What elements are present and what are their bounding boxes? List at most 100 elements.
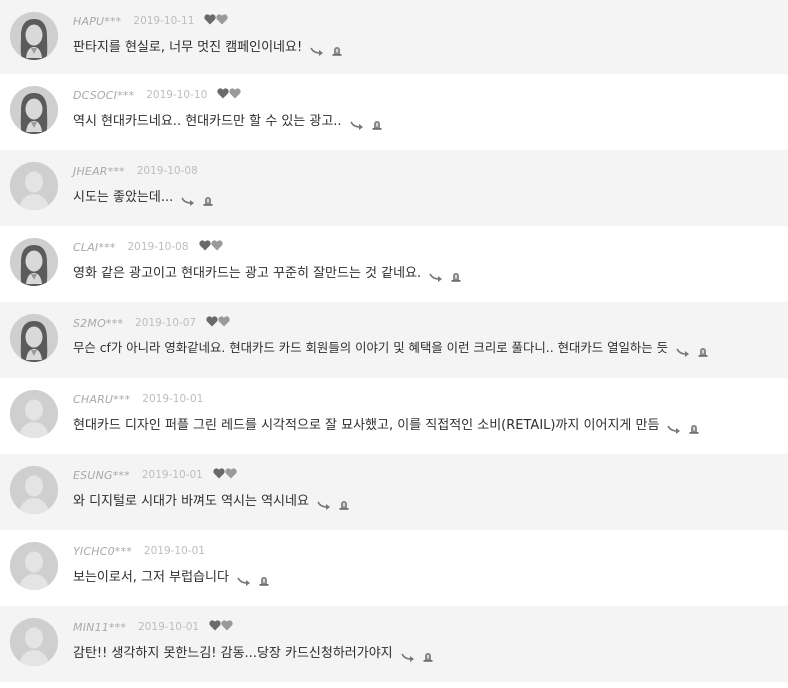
comment-text: 현대카드 디자인 퍼플 그린 레드를 시각적으로 잘 묘사했고, 이를 직접적인…	[73, 418, 660, 433]
comment-text: 영화 같은 광고이고 현대카드는 광고 꾸준히 잘만드는 것 같네요.	[73, 266, 422, 281]
female-avatar-icon	[10, 238, 58, 286]
comment-line: 판타지를 현실로, 너무 멋진 캠페인이네요!	[73, 36, 342, 56]
comment-line: 보는이로서, 그저 부럽습니다	[73, 566, 269, 586]
like-hearts[interactable]	[198, 240, 223, 254]
default-avatar-icon	[10, 618, 58, 666]
comment-row: HAPU*** 2019-10-11 판타지를 현실로, 너무 멋진 캠페인이네…	[0, 0, 788, 74]
report-siren-icon[interactable]	[689, 419, 699, 434]
report-siren-icon[interactable]	[339, 495, 349, 510]
reply-arrow-icon[interactable]	[237, 571, 251, 586]
comment-text: 보는이로서, 그저 부럽습니다	[73, 570, 229, 585]
avatar	[10, 466, 58, 514]
heart-icon	[204, 14, 217, 28]
like-hearts[interactable]	[206, 316, 230, 330]
comment-text: 감탄!! 생각하지 못한느김! 감동...당장 카드신청하러가야지	[73, 646, 393, 661]
avatar	[10, 618, 58, 666]
heart-icon	[198, 240, 211, 254]
reply-arrow-icon[interactable]	[310, 41, 324, 56]
username: ESUNG***	[73, 468, 130, 482]
heart-icon	[225, 468, 237, 482]
username: YICHC0***	[73, 544, 132, 558]
comment-date: 2019-10-10	[146, 89, 208, 101]
avatar	[10, 12, 58, 60]
username: DCSOCI***	[73, 88, 135, 102]
username: CHARU***	[73, 392, 131, 406]
heart-icon	[218, 316, 230, 330]
reply-arrow-icon[interactable]	[667, 419, 681, 434]
default-avatar-icon	[10, 390, 58, 438]
report-siren-icon[interactable]	[451, 267, 461, 282]
comment-date: 2019-10-01	[141, 469, 203, 481]
comment-meta: DCSOCI*** 2019-10-10	[73, 88, 241, 102]
report-siren-icon[interactable]	[372, 115, 382, 130]
heart-icon	[210, 240, 223, 254]
heart-icon	[209, 620, 221, 634]
comment-meta: YICHC0*** 2019-10-01	[73, 544, 205, 558]
heart-icon	[221, 620, 233, 634]
comment-meta: HAPU*** 2019-10-11	[73, 14, 229, 28]
like-hearts[interactable]	[209, 620, 233, 634]
comment-date: 2019-10-01	[138, 621, 200, 633]
female-avatar-icon	[10, 314, 58, 362]
avatar	[10, 390, 58, 438]
report-siren-icon[interactable]	[259, 571, 269, 586]
comment-line: 영화 같은 광고이고 현대카드는 광고 꾸준히 잘만드는 것 같네요.	[73, 262, 461, 282]
comment-date: 2019-10-01	[143, 545, 205, 557]
comment-line: 와 디지털로 시대가 바껴도 역시는 역시네요	[73, 490, 349, 510]
comment-meta: MIN11*** 2019-10-01	[73, 620, 233, 634]
comment-line: 역시 현대카드네요.. 현대카드만 할 수 있는 광고..	[73, 110, 382, 130]
username: CLAI***	[73, 240, 116, 254]
heart-icon	[213, 468, 225, 482]
comment-row: S2MO*** 2019-10-07 무슨 cf가 아니라 영화같네요. 현대카…	[0, 302, 788, 378]
avatar	[10, 238, 58, 286]
comment-text: 판타지를 현실로, 너무 멋진 캠페인이네요!	[73, 40, 303, 55]
avatar	[10, 314, 58, 362]
report-siren-icon[interactable]	[698, 342, 708, 357]
report-siren-icon[interactable]	[332, 41, 342, 56]
comment-meta: CLAI*** 2019-10-08	[73, 240, 223, 254]
comment-text: 시도는 좋았는데...	[73, 190, 174, 205]
comment-date: 2019-10-08	[136, 165, 198, 177]
comment-text: 와 디지털로 시대가 바껴도 역시는 역시네요	[73, 494, 309, 509]
comment-list: HAPU*** 2019-10-11 판타지를 현실로, 너무 멋진 캠페인이네…	[0, 0, 788, 682]
default-avatar-icon	[10, 162, 58, 210]
comment-line: 감탄!! 생각하지 못한느김! 감동...당장 카드신청하러가야지	[73, 642, 433, 662]
avatar	[10, 162, 58, 210]
reply-arrow-icon[interactable]	[429, 267, 443, 282]
comment-line: 무슨 cf가 아니라 영화같네요. 현대카드 카드 회원들의 이야기 및 혜택을…	[73, 338, 708, 357]
heart-icon	[217, 88, 229, 102]
comment-date: 2019-10-07	[135, 317, 197, 329]
avatar	[10, 86, 58, 134]
reply-arrow-icon[interactable]	[317, 495, 331, 510]
like-hearts[interactable]	[213, 468, 237, 482]
reply-arrow-icon[interactable]	[349, 115, 364, 130]
like-hearts[interactable]	[217, 88, 241, 102]
reply-arrow-icon[interactable]	[400, 647, 415, 662]
default-avatar-icon	[10, 466, 58, 514]
comment-date: 2019-10-08	[127, 241, 189, 253]
comment-meta: JHEAR*** 2019-10-08	[73, 164, 198, 178]
comment-meta: S2MO*** 2019-10-07	[73, 316, 230, 330]
female-avatar-icon	[10, 86, 58, 134]
comment-line: 시도는 좋았는데...	[73, 186, 213, 206]
comment-row: ESUNG*** 2019-10-01 와 디지털로 시대가 바껴도 역시는 역…	[0, 454, 788, 530]
report-siren-icon[interactable]	[203, 191, 213, 206]
heart-icon	[229, 88, 241, 102]
comment-row: YICHC0*** 2019-10-01 보는이로서, 그저 부럽습니다	[0, 530, 788, 606]
comment-meta: CHARU*** 2019-10-01	[73, 392, 203, 406]
comment-row: JHEAR*** 2019-10-08 시도는 좋았는데...	[0, 150, 788, 226]
username: S2MO***	[73, 316, 124, 330]
username: HAPU***	[73, 14, 122, 28]
report-siren-icon[interactable]	[423, 647, 433, 662]
comment-date: 2019-10-01	[142, 393, 204, 405]
comment-date: 2019-10-11	[133, 15, 195, 27]
heart-icon	[216, 14, 229, 28]
comment-row: MIN11*** 2019-10-01 감탄!! 생각하지 못한느김! 감동..…	[0, 606, 788, 682]
like-hearts[interactable]	[204, 14, 229, 28]
comment-row: CLAI*** 2019-10-08 영화 같은 광고이고 현대카드는 광고 꾸…	[0, 226, 788, 302]
comment-line: 현대카드 디자인 퍼플 그린 레드를 시각적으로 잘 묘사했고, 이를 직접적인…	[73, 414, 699, 434]
reply-arrow-icon[interactable]	[181, 191, 195, 206]
reply-arrow-icon[interactable]	[676, 342, 690, 357]
username: MIN11***	[73, 620, 127, 634]
default-avatar-icon	[10, 542, 58, 590]
